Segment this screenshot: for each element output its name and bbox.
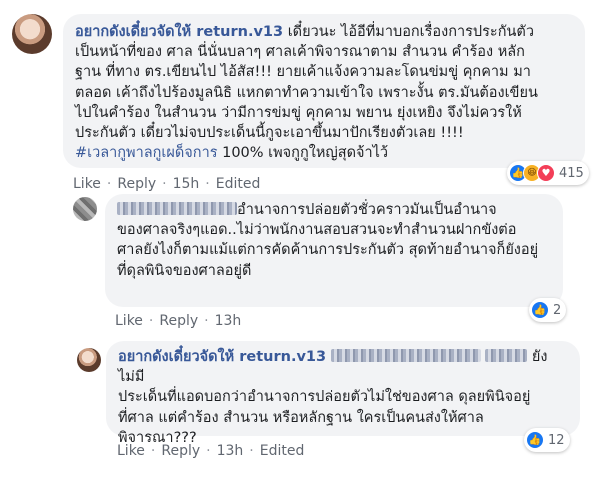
reaction-count: 415 (559, 165, 584, 181)
avatar[interactable] (77, 348, 101, 372)
reply-button[interactable]: Reply (161, 443, 200, 459)
redacted-author-name[interactable] (117, 202, 237, 215)
like-icon: 👍 (526, 431, 544, 449)
timestamp[interactable]: 13h (215, 313, 242, 329)
reaction-summary[interactable]: 👍 12 (524, 428, 570, 452)
comment-text: อยากดังเดี๋ยวจัดให้ return.v13 ยังไม่มี … (118, 349, 548, 446)
like-button[interactable]: Like (73, 176, 101, 192)
redacted-mention[interactable] (330, 349, 481, 362)
reaction-count: 2 (553, 302, 562, 318)
author-name[interactable]: อยากดังเดี๋ยวจัดให้ return.v13 (75, 24, 283, 40)
reply-button[interactable]: Reply (159, 313, 198, 329)
avatar[interactable] (12, 14, 52, 54)
timestamp[interactable]: 15h (173, 176, 200, 192)
comment-actions: Like · Reply · 13h · Edited (117, 443, 305, 459)
reply-button[interactable]: Reply (117, 176, 156, 192)
like-button[interactable]: Like (117, 443, 145, 459)
redacted-mention[interactable] (485, 349, 528, 362)
author-name[interactable]: อยากดังเดี๋ยวจัดให้ return.v13 (118, 349, 326, 365)
like-icon: 👍 (531, 301, 549, 319)
edited-label[interactable]: Edited (216, 176, 261, 192)
reaction-summary[interactable]: 👍 2 (529, 298, 567, 322)
comment-actions: Like · Reply · 15h · Edited (73, 176, 261, 192)
edited-label[interactable]: Edited (260, 443, 305, 459)
timestamp[interactable]: 13h (217, 443, 244, 459)
comment-text: อำนาจการปล่อยตัวชั่วคราวมันเป็นอำนาจ ของ… (117, 202, 539, 279)
like-button[interactable]: Like (115, 313, 143, 329)
comment-bubble: อยากดังเดี๋ยวจัดให้ return.v13 ยังไม่มี … (106, 341, 580, 446)
avatar[interactable] (73, 197, 97, 221)
comment-bubble: อยากดังเดี๋ยวจัดให้ return.v13 เดี๋ยวนะ … (63, 14, 585, 168)
love-icon: ♥ (537, 164, 555, 182)
comment-text: อยากดังเดี๋ยวจัดให้ return.v13 เดี๋ยวนะ … (75, 24, 538, 162)
reaction-count: 12 (548, 432, 565, 448)
comment-bubble: อำนาจการปล่อยตัวชั่วคราวมันเป็นอำนาจ ของ… (105, 194, 563, 307)
hashtag-link[interactable]: #เวลากูพาลกูเผด็จการ (75, 145, 218, 161)
comment-actions: Like · Reply · 13h (115, 313, 242, 329)
reaction-summary[interactable]: 👍 😆 ♥ 415 (507, 161, 589, 185)
